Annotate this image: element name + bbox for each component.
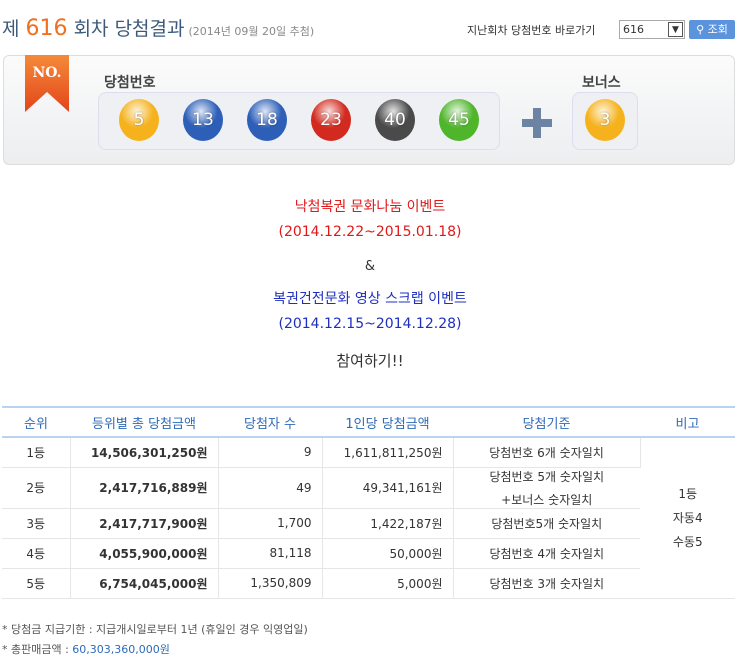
- prize-table: 순위 등위별 총 당첨금액 당첨자 수 1인당 당첨금액 당첨기준 비고 1등 …: [2, 406, 735, 599]
- criteria: 당첨번호5개 숫자일치: [453, 508, 640, 539]
- event-title-2[interactable]: 복권건전문화 영상 스크랩 이벤트: [0, 288, 740, 308]
- round-select[interactable]: 616 ▼: [619, 20, 685, 39]
- rank: 4등: [2, 538, 71, 569]
- total-prize: 4,055,900,000원: [70, 538, 219, 569]
- event-ampersand: &: [364, 259, 376, 274]
- number-ball: 13: [183, 99, 223, 141]
- round-select-value: 616: [623, 23, 644, 36]
- title-suffix: 회차 당첨결과: [73, 18, 185, 40]
- col-per-person: 1인당 당첨금액: [322, 406, 453, 438]
- number-ball: 18: [247, 99, 287, 141]
- note-line: 수동5: [672, 534, 703, 549]
- draw-date: (2014년 09월 20일 추첨): [188, 25, 315, 38]
- winner-count: 1,350,809: [218, 568, 323, 599]
- per-person-prize: 50,000원: [322, 538, 454, 569]
- rank: 2등: [2, 467, 71, 509]
- number-ball: 40: [375, 99, 415, 141]
- criteria: 당첨번호 4개 숫자일치: [453, 538, 640, 569]
- note-line: 자동4: [672, 510, 703, 525]
- search-button[interactable]: ⚲ 조회: [689, 20, 735, 39]
- criteria-text: 당첨번호 3개 숫자일치: [489, 576, 605, 591]
- col-criteria: 당첨기준: [453, 406, 640, 438]
- total-prize: 14,506,301,250원: [70, 437, 219, 468]
- event-period-2: (2014.12.15~2014.12.28): [278, 316, 462, 332]
- total-prize: 2,417,716,889원: [70, 467, 219, 509]
- plus-icon: [522, 108, 552, 138]
- col-note: 비고: [640, 406, 735, 438]
- col-total: 등위별 총 당첨금액: [70, 406, 218, 438]
- total-sales: * 총판매금액 : 60,303,360,000원: [2, 641, 170, 657]
- winner-count: 49: [218, 467, 323, 509]
- event-period-1: (2014.12.22~2015.01.18): [278, 224, 462, 240]
- payment-deadline: * 당첨금 지급기한 : 지급개시일로부터 1년 (휴일인 경우 익영업일): [2, 623, 308, 636]
- rank: 3등: [2, 508, 71, 539]
- per-person-prize: 5,000원: [322, 568, 454, 599]
- note-line: 1등: [678, 486, 698, 501]
- event-title-1[interactable]: 낙첨복권 문화나눔 이벤트: [0, 196, 740, 216]
- col-winners: 당첨자 수: [218, 406, 322, 438]
- bonus-ball: 3: [585, 99, 625, 141]
- page-title: 제 616 회차 당첨결과 (2014년 09월 20일 추첨): [2, 14, 314, 41]
- note-cell: 1등자동4 수동5: [640, 437, 735, 599]
- title-prefix: 제: [2, 18, 20, 40]
- number-ball: 45: [439, 99, 479, 141]
- table-row: 4등 4,055,900,000원 81,118 50,000원 당첨번호 4개…: [2, 538, 735, 569]
- criteria-text: 당첨번호 4개 숫자일치: [489, 546, 605, 561]
- bonus-label: 보너스: [582, 75, 621, 91]
- table-row: 1등 14,506,301,250원 9 1,611,811,250원 당첨번호…: [2, 437, 735, 599]
- criteria-text-2: +보너스 숫자일치: [501, 492, 593, 507]
- number-ball: 5: [119, 99, 159, 141]
- chevron-down-icon[interactable]: ▼: [668, 22, 683, 37]
- search-label: 조회: [707, 23, 728, 36]
- table-row: 2등 2,417,716,889원 49 49,341,161원 당첨번호 5개…: [2, 467, 735, 509]
- criteria: 당첨번호 6개 숫자일치: [453, 437, 641, 468]
- rank: 1등: [2, 437, 71, 468]
- number-ball: 23: [311, 99, 351, 141]
- search-icon: ⚲: [696, 23, 705, 36]
- criteria: 당첨번호 5개 숫자일치 +보너스 숫자일치: [453, 467, 640, 509]
- ribbon-text: NO.: [32, 65, 62, 81]
- per-person-prize: 1,422,187원: [322, 508, 454, 539]
- winner-count: 81,118: [218, 538, 323, 569]
- per-person-prize: 1,611,811,250원: [322, 437, 454, 468]
- join-link[interactable]: 참여하기!!: [0, 350, 740, 371]
- criteria: 당첨번호 3개 숫자일치: [453, 568, 640, 599]
- table-row: 5등 6,754,045,000원 1,350,809 5,000원 당첨번호 …: [2, 568, 735, 599]
- goto-label: 지난회차 당첨번호 바로가기: [467, 24, 596, 37]
- numbers-label: 당첨번호: [104, 75, 156, 91]
- total-sales-value: 60,303,360,000원: [72, 643, 170, 656]
- winner-count: 1,700: [218, 508, 323, 539]
- criteria-text: 당첨번호 5개 숫자일치: [489, 469, 605, 484]
- winner-count: 9: [218, 437, 323, 468]
- total-sales-label: * 총판매금액 :: [2, 643, 73, 656]
- criteria-text: 당첨번호5개 숫자일치: [491, 516, 603, 531]
- round-number: 616: [25, 16, 68, 41]
- per-person-prize: 49,341,161원: [322, 467, 454, 509]
- total-prize: 6,754,045,000원: [70, 568, 219, 599]
- table-row: 3등 2,417,717,900원 1,700 1,422,187원 당첨번호5…: [2, 508, 735, 539]
- rank: 5등: [2, 568, 71, 599]
- total-prize: 2,417,717,900원: [70, 508, 219, 539]
- col-rank: 순위: [2, 406, 70, 438]
- criteria-text: 당첨번호 6개 숫자일치: [489, 445, 604, 460]
